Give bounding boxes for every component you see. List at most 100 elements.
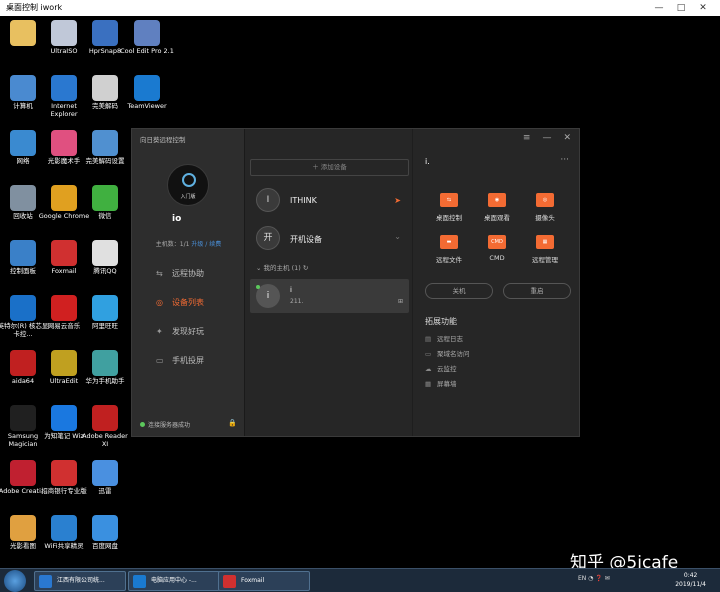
app-icon — [10, 20, 36, 46]
send-icon[interactable]: ➤ — [394, 196, 401, 205]
remote-files-button[interactable]: ▬ 远程文件 — [425, 235, 473, 264]
ext-cloud-monitor[interactable]: ☁ 云监控 — [425, 363, 457, 373]
app-icon — [51, 75, 77, 101]
task-label: 江西有限公司统... — [57, 577, 105, 584]
ext-label: 屏幕墙 — [437, 380, 457, 388]
app-icon — [92, 295, 118, 321]
app-minimize-button[interactable]: — — [542, 133, 551, 143]
menu-icon[interactable]: ≡ — [523, 133, 531, 143]
app-icon — [134, 20, 160, 46]
desktop-icon[interactable]: 完美解码设置 — [78, 128, 132, 184]
app-icon — [51, 460, 77, 486]
my-hosts-group[interactable]: ⌄ 我的主机 (1) ↻ — [256, 262, 308, 272]
device-item-ithink[interactable]: I ITHINK ➤ — [250, 183, 409, 219]
desktop-icon-label: 腾讯QQ — [93, 267, 117, 275]
ext-screen-wall[interactable]: ▦ 屏幕墙 — [425, 378, 457, 388]
app-icon — [92, 185, 118, 211]
app-icon — [92, 515, 118, 541]
task-item[interactable]: 江西有限公司统... — [34, 571, 126, 591]
desktop-icon[interactable]: Adobe Reader XI — [78, 403, 132, 459]
app-icon — [10, 515, 36, 541]
start-button[interactable] — [4, 570, 26, 592]
avatar[interactable]: 入门版 — [167, 164, 209, 206]
fn-label: 桌面观看 — [484, 214, 510, 222]
app-icon — [10, 350, 36, 376]
desktop-icon[interactable]: 阿里旺旺 — [78, 293, 132, 349]
app-icon — [92, 240, 118, 266]
device-item-boot[interactable]: 开 开机设备 ⌄ — [250, 221, 409, 257]
status-dot — [140, 422, 145, 427]
fn-label: CMD — [489, 254, 505, 262]
device-panel: ＋ 添加设备 I ITHINK ➤ 开开机设备 ⌄ ⌄ 我的主机 (1) ↻ i i 21… — [246, 129, 412, 436]
ext-domain-access[interactable]: ▭ 聚域名访问 — [425, 348, 470, 358]
desktop-icon-label: 百度网盘 — [92, 542, 118, 550]
task-item[interactable]: Foxmail — [218, 571, 310, 591]
nav-label: 远程协助 — [172, 269, 204, 278]
windows-icon: ⊞ — [397, 298, 403, 305]
app-icon — [10, 75, 36, 101]
ext-remote-log[interactable]: ▤ 远程日志 — [425, 333, 463, 343]
app-close-button[interactable]: ✕ — [563, 133, 571, 143]
minimize-button[interactable]: — — [648, 0, 670, 16]
app-icon — [51, 240, 77, 266]
desktop-icon[interactable]: 华为手机助手 — [78, 348, 132, 404]
app-icon — [51, 350, 77, 376]
domain-icon: ▭ — [425, 350, 432, 358]
chevron-down-icon[interactable]: ⌄ — [394, 232, 401, 241]
extensions-title: 拓展功能 — [425, 317, 457, 326]
nav-remote-assist[interactable]: ⇆ 远程协助 — [156, 267, 204, 281]
maximize-button[interactable]: □ — [670, 0, 692, 16]
app-icon — [92, 460, 118, 486]
desktop-icon[interactable]: 百度网盘 — [78, 513, 132, 569]
system-tray[interactable]: EN ◔ ❓ ✉ — [578, 575, 610, 582]
sidebar: 向日葵远程控制 入门版 io 主机数：1/1 升级 / 续费 ⇆ 远程协助 ◎ 设备… — [132, 129, 245, 436]
more-icon[interactable]: ··· — [560, 155, 569, 165]
app-icon — [92, 405, 118, 431]
remote-manage-button[interactable]: ▦ 远程管理 — [521, 235, 569, 264]
nav-label: 设备列表 — [172, 298, 204, 307]
online-dot — [256, 285, 260, 289]
app-icon — [10, 185, 36, 211]
desktop-control-button[interactable]: ⇆ 桌面控制 — [425, 193, 473, 222]
add-device-button[interactable]: ＋ 添加设备 — [250, 159, 409, 176]
cloud-icon: ☁ — [425, 365, 432, 373]
host-detail-panel: ≡ — ✕ i. ··· ⇆ 桌面控制 ◉ 桌面观看 ◎ 摄像头 ▬ 远程文件 CMD CMD… — [412, 129, 579, 436]
host-count: 主机数：1/1 — [155, 241, 190, 248]
desktop-view-button[interactable]: ◉ 桌面观看 — [473, 193, 521, 222]
camera-button[interactable]: ◎ 摄像头 — [521, 193, 569, 222]
shutdown-button[interactable]: 关机 — [425, 283, 493, 299]
device-list-icon: ◎ — [156, 298, 163, 307]
fn-label: 桌面控制 — [436, 214, 462, 222]
clock[interactable]: 0:42 2019/11/4 — [675, 571, 706, 589]
host-card[interactable]: i i 211. ⊞ — [250, 279, 409, 313]
nav-screen-cast[interactable]: ▭ 手机投屏 — [156, 354, 204, 368]
restart-button[interactable]: 重启 — [503, 283, 571, 299]
screen-cast-icon: ▭ — [156, 356, 164, 365]
desktop-icon[interactable]: 迅雷 — [78, 458, 132, 514]
task-item[interactable]: 电脑应用中心 -... — [128, 571, 220, 591]
app-title: 向日葵远程控制 — [140, 136, 186, 144]
device-avatar: I — [256, 188, 280, 212]
lock-icon[interactable]: 🔒 — [228, 419, 237, 427]
desktop-icon[interactable]: 微信 — [78, 183, 132, 239]
foxmail-icon — [223, 575, 236, 588]
window-title: 桌面控制 iwork — [6, 3, 63, 12]
desktop-icon[interactable]: 腾讯QQ — [78, 238, 132, 294]
desktop-icon[interactable]: TeamViewer — [120, 73, 174, 129]
nav-discover[interactable]: ✦ 发现好玩 — [156, 325, 204, 339]
desktop-icon-label: 阿里旺旺 — [92, 322, 118, 330]
app-icon — [10, 405, 36, 431]
separator: / — [205, 241, 208, 248]
upgrade-link[interactable]: 升级 — [191, 241, 203, 248]
ext-label: 远程日志 — [437, 335, 463, 343]
cmd-icon: CMD — [488, 235, 506, 249]
cmd-button[interactable]: CMD CMD — [473, 235, 521, 262]
log-icon: ▤ — [425, 335, 432, 343]
desktop-icon[interactable]: Cool Edit Pro 2.1 — [120, 18, 174, 74]
close-button[interactable]: ✕ — [692, 0, 714, 16]
nav-label: 发现好玩 — [172, 327, 204, 336]
app-icon — [51, 130, 77, 156]
renew-link[interactable]: 续费 — [209, 241, 221, 248]
nav-device-list[interactable]: ◎ 设备列表 — [156, 296, 204, 310]
time: 0:42 — [683, 572, 698, 579]
